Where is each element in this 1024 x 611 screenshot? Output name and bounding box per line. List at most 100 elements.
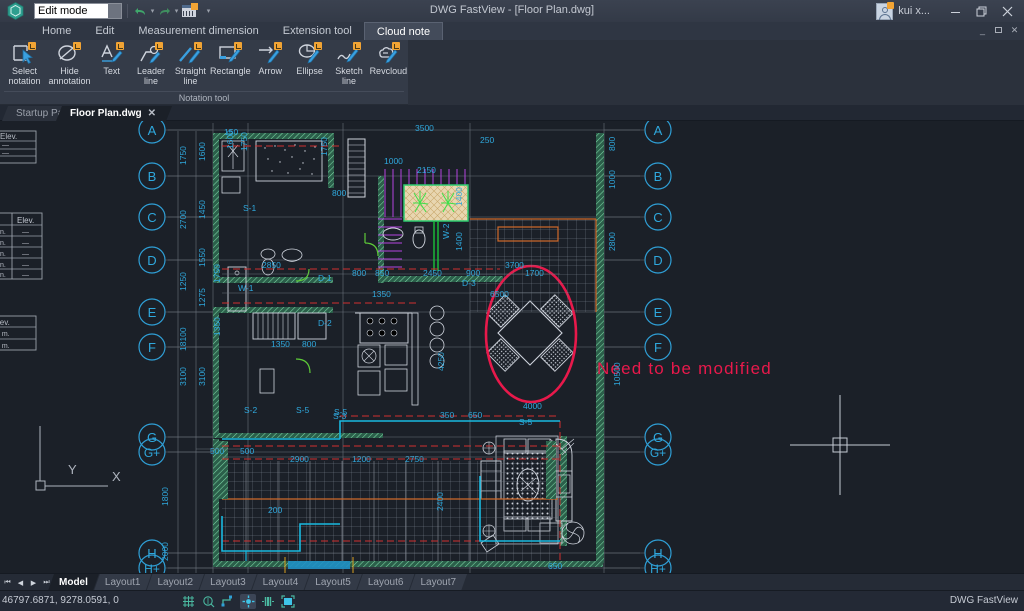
layout-tab-layout3[interactable]: Layout3: [199, 574, 257, 591]
menu-tab-measurement-dimension[interactable]: Measurement dimension: [126, 22, 270, 40]
ribbon-item-list: Select notation Hide annotation Text Lea…: [0, 40, 408, 92]
brand-label: DWG FastView: [949, 595, 1018, 606]
select-notation-label: Select notation: [8, 66, 41, 86]
layout-tab-layout5[interactable]: Layout5: [304, 574, 362, 591]
snap-zoom-icon: [202, 596, 214, 608]
svg-text:D-1: D-1: [318, 273, 332, 283]
ellipse-label: Ellipse: [296, 66, 323, 76]
svg-text:H+: H+: [144, 562, 160, 573]
ucs-x-label: X: [112, 469, 121, 484]
ribbon-straight-line[interactable]: Straight line: [171, 40, 210, 92]
object-snap-toggle-button[interactable]: [240, 594, 256, 609]
minimize-button[interactable]: [942, 0, 968, 22]
doc-close-button[interactable]: ✕: [1007, 23, 1022, 37]
ribbon-rectangle[interactable]: Rectangle: [210, 40, 251, 92]
doc-tab-floor-plan[interactable]: Floor Plan.dwg ✕: [56, 106, 172, 121]
svg-text:200: 200: [268, 505, 282, 515]
close-icon: [1002, 6, 1012, 16]
svg-text:1700: 1700: [525, 268, 544, 278]
sketch-line-label: Sketch line: [335, 66, 363, 86]
ribbon-select-notation[interactable]: Select notation: [2, 40, 47, 92]
svg-text:2850: 2850: [262, 260, 281, 270]
svg-text:1550: 1550: [197, 248, 207, 267]
menu-tab-cloud-note[interactable]: Cloud note: [363, 22, 444, 40]
zoom-snap-toggle-button[interactable]: [200, 594, 216, 609]
minimize-icon: [950, 11, 960, 13]
svg-text:H: H: [653, 546, 662, 561]
svg-text:A: A: [148, 123, 157, 138]
qat-separator: [127, 4, 128, 18]
redo-button[interactable]: [157, 3, 172, 19]
undo-button[interactable]: [133, 3, 148, 19]
restore-button[interactable]: [968, 0, 994, 22]
customize-qat-dropdown[interactable]: ▾: [204, 3, 213, 19]
layout-tab-layout4[interactable]: Layout4: [252, 574, 310, 591]
layout-tab-layout6[interactable]: Layout6: [357, 574, 415, 591]
layout-tab-layout7[interactable]: Layout7: [409, 574, 467, 591]
svg-text:lev.: lev.: [0, 318, 10, 327]
doc-minimize-button[interactable]: _: [975, 23, 990, 37]
svg-text:800: 800: [332, 188, 346, 198]
layout-tab-layout2[interactable]: Layout2: [146, 574, 204, 591]
annotation-text[interactable]: Need to be modified: [597, 359, 772, 378]
svg-text:2900: 2900: [290, 454, 309, 464]
layout-tab-model[interactable]: Model: [48, 574, 99, 591]
svg-text:1750: 1750: [212, 264, 222, 283]
svg-text:0 m.: 0 m.: [0, 331, 10, 338]
straight-line-badge-icon: [194, 42, 203, 50]
svg-text:1000: 1000: [607, 170, 617, 189]
svg-text:350: 350: [440, 410, 454, 420]
svg-text:500: 500: [210, 446, 224, 456]
grid-icon: [182, 596, 194, 607]
measure-button[interactable]: [181, 3, 198, 19]
window-controls: kui x...: [876, 0, 1020, 22]
layout-tab-layout1[interactable]: Layout1: [94, 574, 152, 591]
edit-mode-dropdown-button[interactable]: [108, 4, 121, 18]
menu-tab-home[interactable]: Home: [30, 22, 83, 40]
undo-dropdown[interactable]: ▾: [148, 3, 157, 19]
object-snap-icon: [242, 595, 254, 608]
nav-prev-button[interactable]: ◀: [15, 576, 26, 589]
app-logo: [0, 0, 30, 22]
document-tab-bar: Startup Page Floor Plan.dwg ✕: [0, 105, 1024, 121]
avatar[interactable]: [876, 1, 895, 20]
menu-tab-edit[interactable]: Edit: [83, 22, 126, 40]
svg-text:850: 850: [375, 268, 389, 278]
text-badge-icon: [115, 42, 124, 50]
fullscreen-toggle-button[interactable]: [280, 594, 296, 609]
nav-next-button[interactable]: ▶: [28, 576, 39, 589]
svg-text:S-5: S-5: [519, 417, 533, 427]
user-name[interactable]: kui x...: [898, 5, 930, 17]
svg-text:1400: 1400: [454, 187, 464, 206]
ribbon-sketch-line[interactable]: Sketch line: [329, 40, 368, 92]
ribbon-revcloud[interactable]: Revcloud: [369, 40, 408, 92]
svg-text:1400: 1400: [454, 232, 464, 251]
ribbon-arrow[interactable]: Arrow: [251, 40, 290, 92]
lineweight-toggle-button[interactable]: [260, 594, 276, 609]
doc-tab-close-icon[interactable]: ✕: [148, 108, 156, 119]
floor-plan-drawing: Elev. — — Elev. n. — n. — n. — n. — n. —: [0, 121, 890, 573]
ribbon-leader-line[interactable]: Leader line: [131, 40, 170, 92]
ribbon-hide-annotation[interactable]: Hide annotation: [47, 40, 92, 92]
svg-text:1350: 1350: [271, 339, 290, 349]
arrow-label: Arrow: [258, 66, 283, 76]
nav-first-button[interactable]: ⏮: [2, 576, 13, 589]
grid-toggle-button[interactable]: [180, 594, 196, 609]
status-toggle-group: [180, 594, 296, 609]
close-button[interactable]: [994, 0, 1020, 22]
svg-text:650: 650: [468, 410, 482, 420]
menu-tab-extension-tool[interactable]: Extension tool: [271, 22, 364, 40]
redo-dropdown[interactable]: ▾: [172, 3, 181, 19]
svg-text:C: C: [653, 210, 662, 225]
ribbon-ellipse[interactable]: Ellipse: [290, 40, 329, 92]
edit-mode-dropdown[interactable]: Edit mode: [34, 3, 122, 19]
svg-text:1600: 1600: [225, 130, 235, 149]
ribbon-text[interactable]: Text: [92, 40, 131, 92]
drawing-canvas[interactable]: Elev. — — Elev. n. — n. — n. — n. — n. —: [0, 121, 1024, 573]
revcloud-label: Revcloud: [369, 66, 408, 76]
svg-text:18100: 18100: [178, 327, 188, 351]
ortho-toggle-button[interactable]: [220, 594, 236, 609]
doc-restore-button[interactable]: [991, 23, 1006, 37]
svg-text:D: D: [147, 253, 156, 268]
selected-entity-highlight[interactable]: [288, 561, 350, 569]
